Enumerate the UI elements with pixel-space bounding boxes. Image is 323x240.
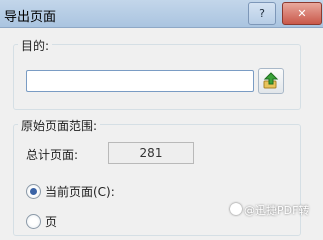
window-title: 导出页面 bbox=[4, 10, 57, 25]
current-page-label[interactable]: 当前页面(C): bbox=[45, 183, 115, 200]
target-legend: 目的: bbox=[18, 37, 53, 54]
total-pages-label: 总计页面: bbox=[26, 148, 79, 162]
title-bar: 导出页面 ? ✕ bbox=[0, 0, 323, 28]
watermark-icon bbox=[230, 203, 242, 215]
close-button[interactable]: ✕ bbox=[282, 2, 322, 25]
total-pages-value: 281 bbox=[108, 142, 194, 164]
pages-radio-label[interactable]: 页 bbox=[45, 213, 57, 230]
current-page-radio[interactable] bbox=[26, 184, 41, 199]
help-button[interactable]: ? bbox=[248, 2, 276, 25]
page-range-legend: 原始页面范围: bbox=[18, 117, 101, 134]
pages-radio[interactable] bbox=[26, 214, 41, 229]
green-up-arrow-icon bbox=[263, 72, 279, 89]
target-path-input[interactable] bbox=[26, 70, 254, 92]
watermark-text: @迅捷PDF转 bbox=[244, 204, 310, 217]
browse-button[interactable] bbox=[258, 68, 284, 94]
